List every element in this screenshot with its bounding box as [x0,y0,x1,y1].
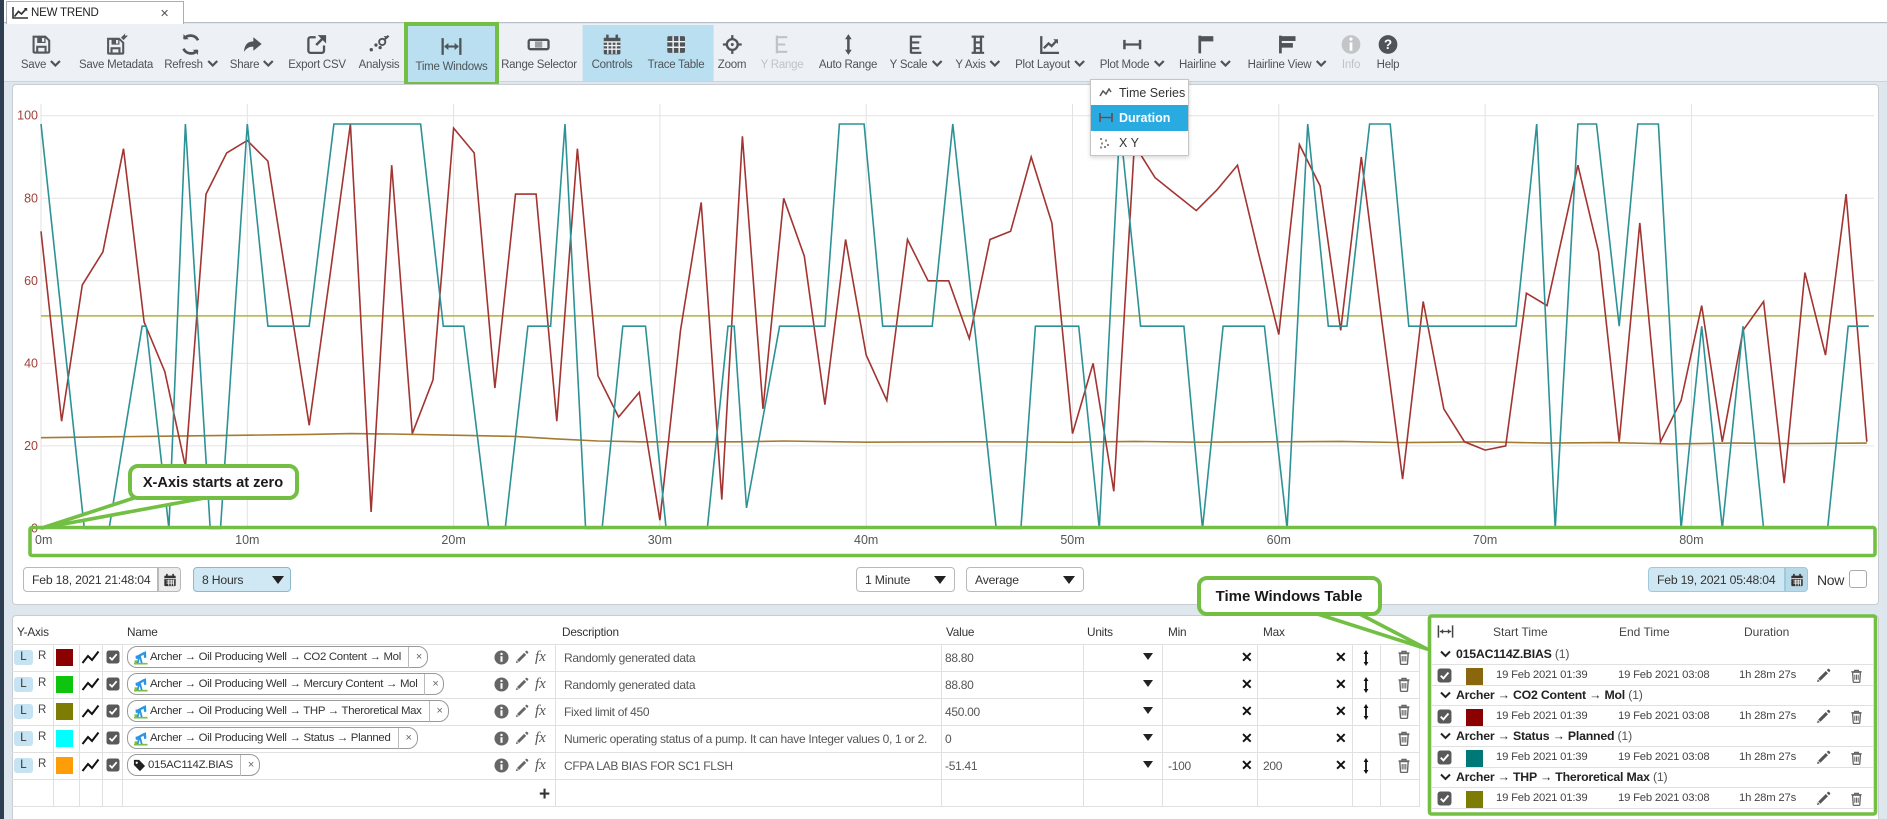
svg-text:?: ? [1384,37,1392,52]
